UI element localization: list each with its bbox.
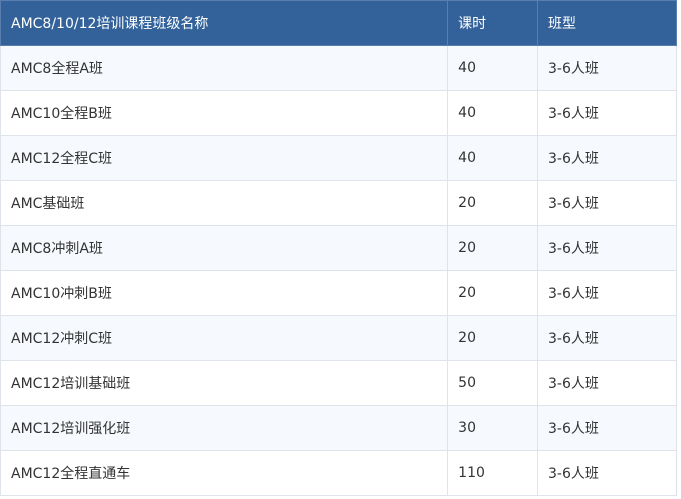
class-type-cell: 3-6人班 xyxy=(537,45,677,91)
course-table: AMC8/10/12培训课程班级名称 课时 班型 AMC8全程A班 40 3-6… xyxy=(0,0,677,496)
class-type-cell: 3-6人班 xyxy=(537,90,677,136)
table-row: AMC12全程直通车 110 3-6人班 xyxy=(0,450,677,496)
course-name-cell: AMC12培训强化班 xyxy=(0,405,449,451)
hours-cell: 20 xyxy=(447,180,539,226)
class-type-cell: 3-6人班 xyxy=(537,135,677,181)
hours-cell: 50 xyxy=(447,360,539,406)
course-name-cell: AMC8冲刺A班 xyxy=(0,225,449,271)
course-name-cell: AMC12全程直通车 xyxy=(0,450,449,496)
class-type-cell: 3-6人班 xyxy=(537,450,677,496)
table-row: AMC8冲刺A班 20 3-6人班 xyxy=(0,225,677,271)
table-row: AMC12全程C班 40 3-6人班 xyxy=(0,135,677,181)
header-course-name: AMC8/10/12培训课程班级名称 xyxy=(0,0,449,46)
header-hours: 课时 xyxy=(447,0,539,46)
course-name-cell: AMC10冲刺B班 xyxy=(0,270,449,316)
class-type-cell: 3-6人班 xyxy=(537,360,677,406)
table-header: AMC8/10/12培训课程班级名称 课时 班型 xyxy=(0,0,677,46)
header-class-type: 班型 xyxy=(537,0,677,46)
table-row: AMC10全程B班 40 3-6人班 xyxy=(0,90,677,136)
course-name-cell: AMC12冲刺C班 xyxy=(0,315,449,361)
class-type-cell: 3-6人班 xyxy=(537,225,677,271)
hours-cell: 20 xyxy=(447,315,539,361)
hours-cell: 20 xyxy=(447,225,539,271)
hours-cell: 20 xyxy=(447,270,539,316)
course-name-cell: AMC12全程C班 xyxy=(0,135,449,181)
course-name-cell: AMC基础班 xyxy=(0,180,449,226)
hours-cell: 30 xyxy=(447,405,539,451)
course-name-cell: AMC12培训基础班 xyxy=(0,360,449,406)
hours-cell: 110 xyxy=(447,450,539,496)
hours-cell: 40 xyxy=(447,45,539,91)
table-row: AMC12培训基础班 50 3-6人班 xyxy=(0,360,677,406)
class-type-cell: 3-6人班 xyxy=(537,270,677,316)
course-name-cell: AMC10全程B班 xyxy=(0,90,449,136)
class-type-cell: 3-6人班 xyxy=(537,405,677,451)
course-name-cell: AMC8全程A班 xyxy=(0,45,449,91)
table-row: AMC12冲刺C班 20 3-6人班 xyxy=(0,315,677,361)
hours-cell: 40 xyxy=(447,90,539,136)
table-row: AMC10冲刺B班 20 3-6人班 xyxy=(0,270,677,316)
table-body: AMC8全程A班 40 3-6人班 AMC10全程B班 40 3-6人班 AMC… xyxy=(0,45,677,496)
header-row: AMC8/10/12培训课程班级名称 课时 班型 xyxy=(0,0,677,46)
table-row: AMC基础班 20 3-6人班 xyxy=(0,180,677,226)
table-row: AMC12培训强化班 30 3-6人班 xyxy=(0,405,677,451)
class-type-cell: 3-6人班 xyxy=(537,180,677,226)
table-row: AMC8全程A班 40 3-6人班 xyxy=(0,45,677,91)
hours-cell: 40 xyxy=(447,135,539,181)
class-type-cell: 3-6人班 xyxy=(537,315,677,361)
